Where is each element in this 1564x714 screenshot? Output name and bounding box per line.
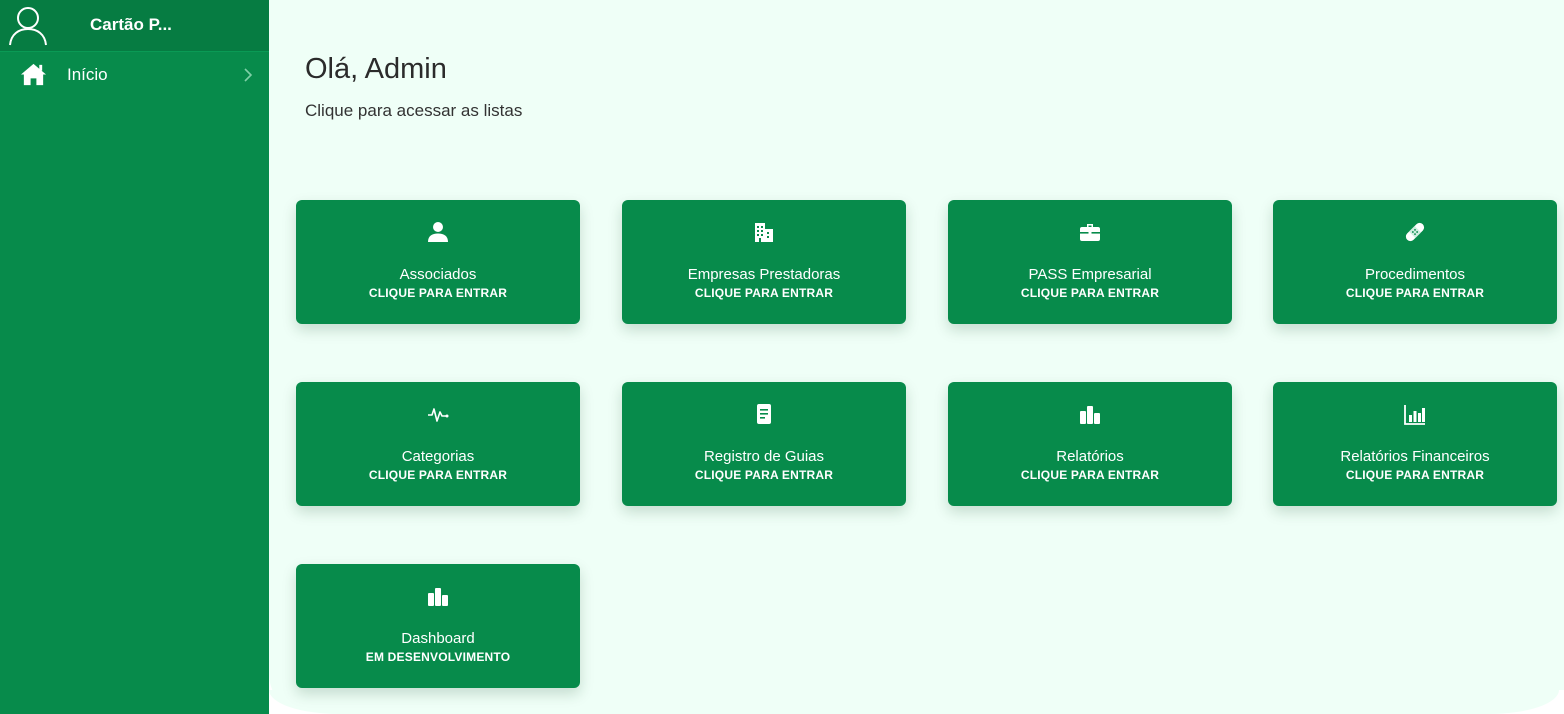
card-cta: CLIQUE PARA ENTRAR	[694, 286, 834, 300]
main-bottom-curve	[269, 690, 1559, 714]
card-procedimentos[interactable]: Procedimentos CLIQUE PARA ENTRAR	[1273, 200, 1557, 324]
sidebar: Cartão P... Início	[0, 0, 269, 714]
card-empresas-prestadoras[interactable]: Empresas Prestadoras CLIQUE PARA ENTRAR	[622, 200, 906, 324]
sidebar-item-inicio[interactable]: Início	[0, 52, 269, 98]
card-title: Dashboard	[401, 630, 475, 647]
briefcase-icon	[1080, 224, 1100, 241]
card-cta: CLIQUE PARA ENTRAR	[368, 468, 508, 482]
card-title: PASS Empresarial	[1028, 266, 1152, 283]
chevron-right-icon	[244, 68, 253, 82]
card-relatorios[interactable]: Relatórios CLIQUE PARA ENTRAR	[948, 382, 1232, 506]
page-subtitle: Clique para acessar as listas	[305, 101, 523, 120]
chart-icon	[1404, 405, 1425, 425]
card-title: Registro de Guias	[703, 448, 825, 465]
bandage-icon	[1405, 222, 1425, 242]
card-cta: CLIQUE PARA ENTRAR	[1345, 468, 1485, 482]
sidebar-header: Cartão P...	[0, 0, 269, 52]
card-title: Relatórios	[1056, 448, 1124, 465]
card-dashboard[interactable]: Dashboard EM DESENVOLVIMENTO	[296, 564, 580, 688]
card-cta: CLIQUE PARA ENTRAR	[368, 286, 508, 300]
app-root: Cartão P... Início Olá, Admin Clique par…	[0, 0, 1564, 714]
card-cta: CLIQUE PARA ENTRAR	[1345, 286, 1485, 300]
bars-icon	[1080, 406, 1100, 424]
bars-icon	[428, 588, 448, 606]
user-icon	[428, 222, 448, 242]
card-title: Relatórios Financeiros	[1340, 448, 1490, 465]
card-registro-de-guias[interactable]: Registro de Guias CLIQUE PARA ENTRAR	[622, 382, 906, 506]
document-icon	[757, 404, 771, 424]
page-title: Olá, Admin	[305, 53, 447, 85]
sidebar-item-label: Início	[67, 65, 108, 84]
card-categorias[interactable]: Categorias CLIQUE PARA ENTRAR	[296, 382, 580, 506]
card-cta: EM DESENVOLVIMENTO	[365, 650, 511, 664]
card-cta: CLIQUE PARA ENTRAR	[1020, 286, 1160, 300]
home-icon	[20, 63, 47, 86]
card-relatorios-financeiros[interactable]: Relatórios Financeiros CLIQUE PARA ENTRA…	[1273, 382, 1557, 506]
card-cta: CLIQUE PARA ENTRAR	[694, 468, 834, 482]
card-title: Associados	[399, 266, 477, 283]
card-associados[interactable]: Associados CLIQUE PARA ENTRAR	[296, 200, 580, 324]
card-title: Categorias	[401, 448, 475, 465]
card-pass-empresarial[interactable]: PASS Empresarial CLIQUE PARA ENTRAR	[948, 200, 1232, 324]
card-title: Procedimentos	[1364, 266, 1466, 283]
card-cta: CLIQUE PARA ENTRAR	[1020, 468, 1160, 482]
pulse-icon	[428, 408, 449, 422]
building-icon	[755, 223, 773, 242]
card-title: Empresas Prestadoras	[687, 266, 841, 283]
brand-name: Cartão P...	[90, 15, 172, 34]
user-outline-icon[interactable]	[7, 4, 49, 46]
